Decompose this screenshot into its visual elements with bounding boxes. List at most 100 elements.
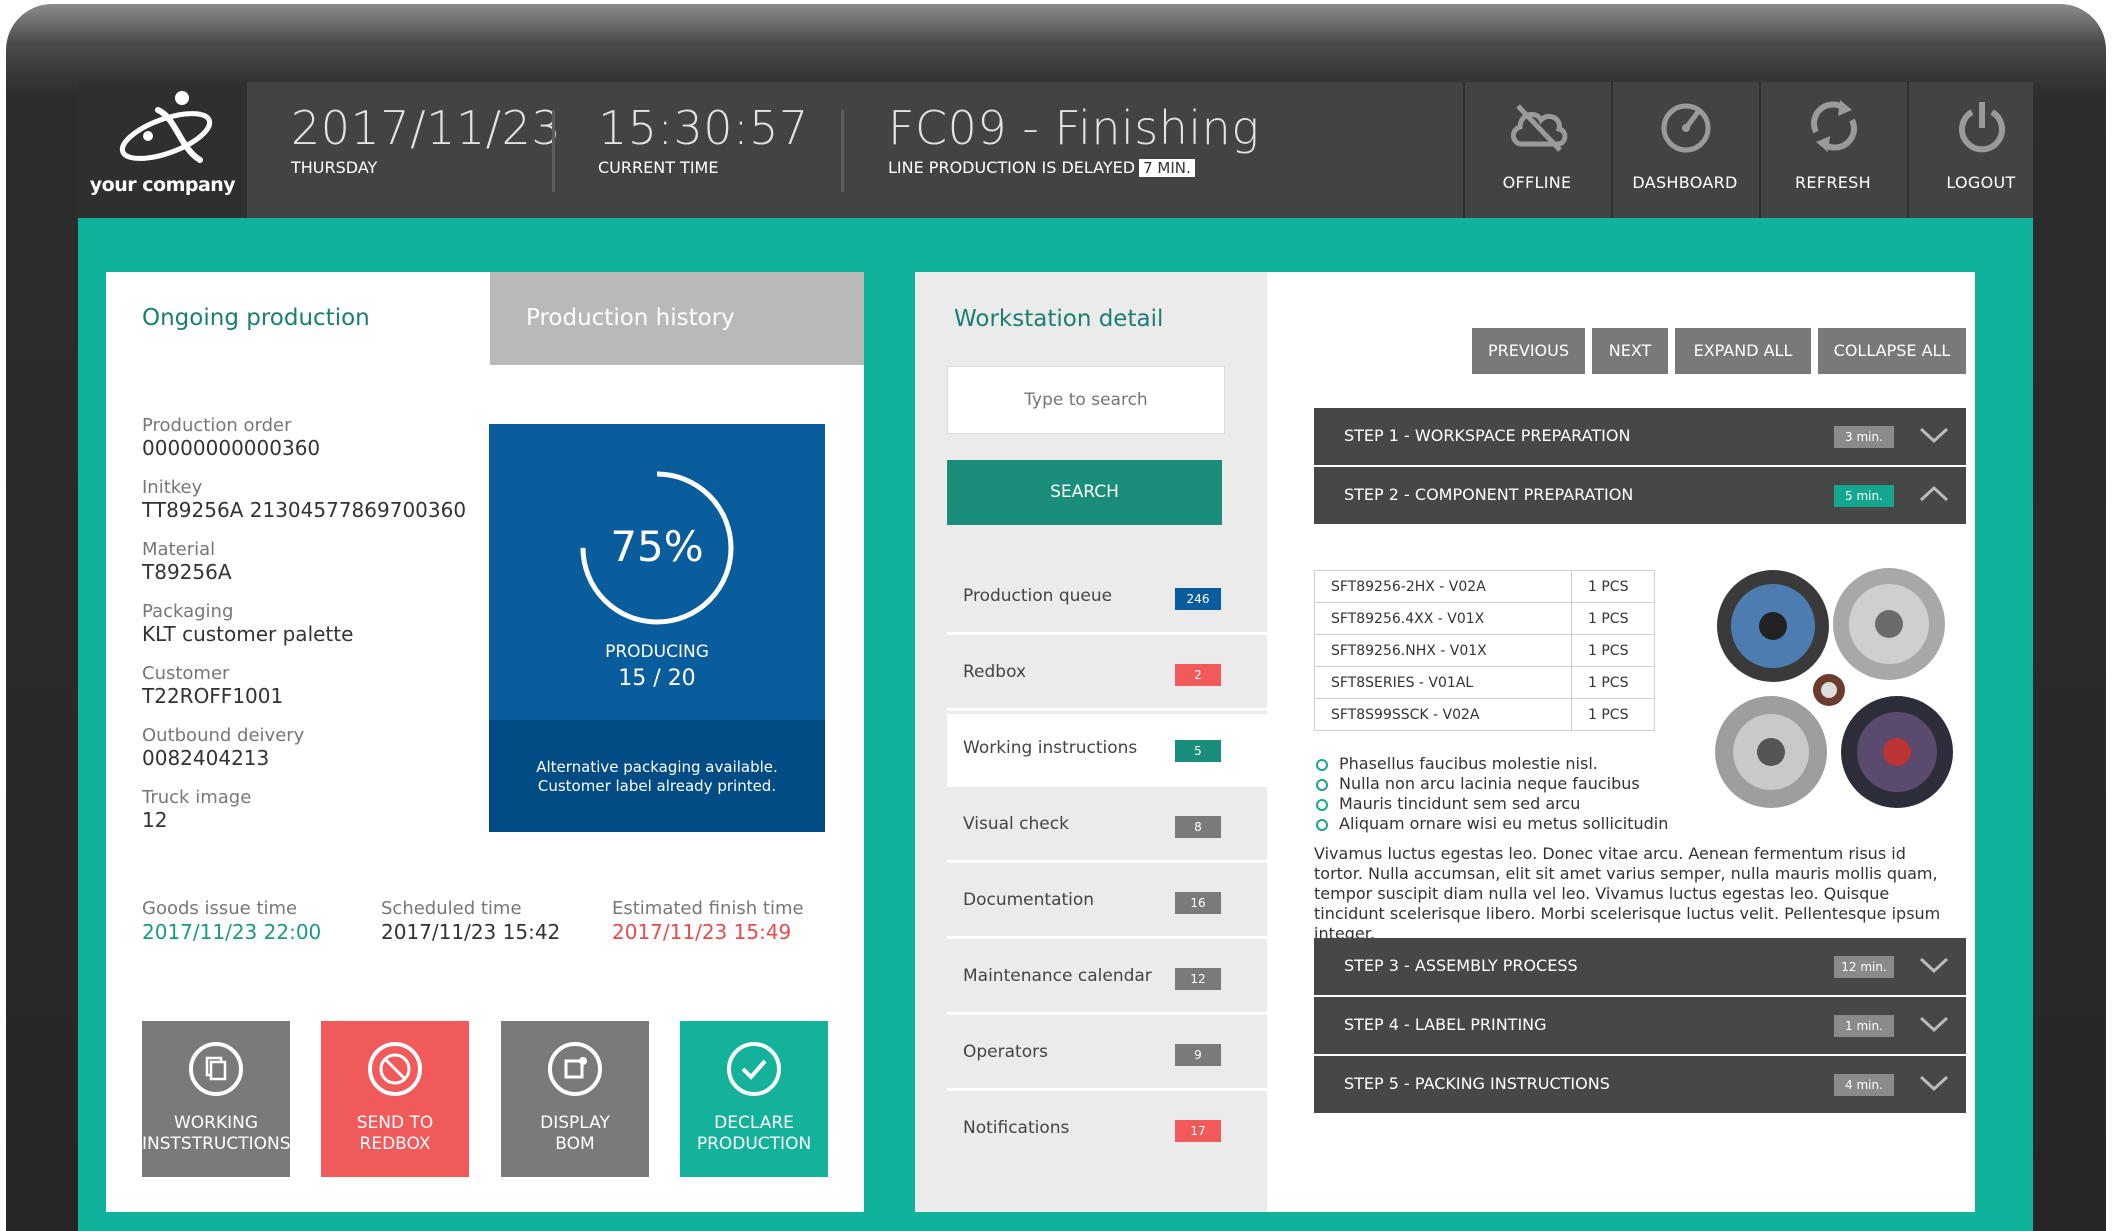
field-label: Initkey [142, 477, 203, 498]
qty-cell: 1 PCS [1571, 634, 1655, 667]
next-button[interactable]: NEXT [1592, 328, 1668, 374]
top-bar: your company 2017/11/23 THURSDAY 15:30:5… [78, 82, 2033, 218]
qty-cell: 1 PCS [1571, 698, 1655, 731]
sidebar-item-redbox[interactable]: Redbox 2 [947, 638, 1267, 711]
delay-badge: 7 MIN. [1139, 159, 1195, 177]
field-production-order: Production order 00000000000360 [142, 415, 320, 460]
search-input[interactable] [947, 366, 1225, 434]
sidebar-item-operators[interactable]: Operators 9 [947, 1018, 1267, 1091]
step-title: STEP 1 - WORKSPACE PREPARATION [1344, 426, 1631, 445]
table-row: SFT89256-2HX - V02A 1 PCS [1314, 570, 1655, 603]
workstation-sidebar: Workstation detail SEARCH Production que… [915, 272, 1267, 1212]
note-line: Alternative packaging available. [536, 758, 778, 776]
field-label: Material [142, 539, 216, 560]
time-value: 2017/11/23 15:49 [612, 920, 792, 944]
time-label: Goods issue time [142, 898, 298, 919]
send-to-redbox-button[interactable]: SEND TO REDBOX [321, 1021, 469, 1177]
logout-button[interactable]: LOGOUT [1907, 82, 2033, 218]
step-2-header[interactable]: STEP 2 - COMPONENT PREPARATION 5 min. [1314, 467, 1966, 524]
offline-button[interactable]: OFFLINE [1463, 82, 1609, 218]
company-logo: your company [78, 82, 247, 218]
item-label: Documentation [963, 890, 1095, 910]
action-label: DISPLAY BOM [501, 1113, 649, 1155]
refresh-label: REFRESH [1795, 173, 1871, 192]
step-1-header[interactable]: STEP 1 - WORKSPACE PREPARATION 3 min. [1314, 408, 1966, 465]
company-name: your company [89, 174, 236, 196]
field-material: Material T89256A [142, 539, 232, 584]
power-icon [1959, 102, 2005, 153]
list-item: Phasellus faucibus molestie nisl. [1314, 754, 1668, 774]
step-duration: 12 min. [1834, 956, 1894, 978]
chevron-down-icon [1919, 427, 1949, 444]
collapse-all-button[interactable]: COLLAPSE ALL [1818, 328, 1966, 374]
step-duration: 1 min. [1834, 1015, 1894, 1037]
workstation-panel: Workstation detail SEARCH Production que… [915, 272, 1975, 1212]
time-label: Scheduled time [381, 898, 522, 919]
step-5-header[interactable]: STEP 5 - PACKING INSTRUCTIONS 4 min. [1314, 1056, 1966, 1113]
divider [841, 110, 844, 192]
production-panel: Ongoing production Production history Pr… [106, 272, 864, 1212]
item-label: Maintenance calendar [963, 966, 1152, 986]
broken-link-icon [368, 1042, 422, 1096]
line-status: LINE PRODUCTION IS DELAYED 7 MIN. [888, 158, 1259, 177]
field-value: T22ROFF1001 [142, 684, 284, 708]
display-bom-button[interactable]: DISPLAY BOM [501, 1021, 649, 1177]
instruction-paragraph: Vivamus luctus egestas leo. Donec vitae … [1314, 844, 1941, 943]
offline-label: OFFLINE [1502, 173, 1572, 192]
field-value: KLT customer palette [142, 622, 354, 646]
field-label: Truck image [142, 787, 252, 808]
part-cell: SFT89256.NHX - V01X [1314, 634, 1572, 667]
count-badge: 5 [1175, 740, 1221, 762]
previous-button[interactable]: PREVIOUS [1472, 328, 1585, 374]
field-value: T89256A [142, 560, 232, 584]
dashboard-button[interactable]: DASHBOARD [1611, 82, 1757, 218]
sidebar-item-production-queue[interactable]: Production queue 246 [947, 562, 1267, 635]
note-line: Customer label already printed. [537, 777, 777, 795]
divider [552, 110, 555, 192]
time-value: 2017/11/23 22:00 [142, 920, 322, 944]
workstation-title: Workstation detail [954, 306, 1164, 332]
step-duration: 5 min. [1834, 485, 1894, 507]
label-line: DECLARE [714, 1113, 794, 1133]
table-row: SFT8SERIES - V01AL 1 PCS [1314, 666, 1655, 699]
sidebar-item-visual-check[interactable]: Visual check 8 [947, 790, 1267, 863]
item-label: Redbox [963, 662, 1027, 682]
label-line: WORKING [173, 1113, 259, 1133]
time-value: 2017/11/23 15:42 [381, 920, 561, 944]
cloud-off-icon [1511, 104, 1568, 152]
sidebar-item-notifications[interactable]: Notifications 17 [947, 1094, 1267, 1167]
sidebar-item-working-instructions[interactable]: Working instructions 5 [947, 714, 1267, 787]
line-name: FC09 - Finishing [888, 101, 1260, 155]
refresh-button[interactable]: REFRESH [1759, 82, 1905, 218]
logout-label: LOGOUT [1946, 173, 2016, 192]
search-button[interactable]: SEARCH [947, 460, 1222, 525]
declare-production-button[interactable]: DECLARE PRODUCTION [680, 1021, 828, 1177]
sidebar-item-documentation[interactable]: Documentation 16 [947, 866, 1267, 939]
step-3-header[interactable]: STEP 3 - ASSEMBLY PROCESS 12 min. [1314, 938, 1966, 995]
app-screen: your company 2017/11/23 THURSDAY 15:30:5… [78, 82, 2033, 1231]
expand-all-button[interactable]: EXPAND ALL [1675, 328, 1811, 374]
table-row: SFT8S99SSCK - V02A 1 PCS [1314, 698, 1655, 731]
working-instructions-button[interactable]: WORKING INSTSTRUCTIONS [142, 1021, 291, 1177]
label-line: DISPLAY [540, 1113, 610, 1133]
table-row: SFT89256.4XX - V01X 1 PCS [1314, 602, 1655, 635]
goods-issue-time: Goods issue time 2017/11/23 22:00 [142, 898, 321, 944]
weekday: THURSDAY [291, 158, 378, 177]
action-label: WORKING INSTSTRUCTIONS [142, 1113, 291, 1155]
table-row: SFT89256.NHX - V01X 1 PCS [1314, 634, 1655, 667]
step-title: STEP 4 - LABEL PRINTING [1344, 1015, 1547, 1034]
count-badge: 246 [1175, 588, 1221, 610]
tab-production-history[interactable]: Production history [490, 272, 864, 365]
sidebar-item-maintenance-calendar[interactable]: Maintenance calendar 12 [947, 942, 1267, 1015]
item-label: Notifications [963, 1118, 1070, 1138]
part-cell: SFT8S99SSCK - V02A [1314, 698, 1572, 731]
field-outbound-delivery: Outbound deivery 0082404213 [142, 725, 304, 770]
progress-percent: 75% [610, 522, 704, 571]
tab-ongoing-production[interactable]: Ongoing production [106, 272, 490, 365]
documents-icon [189, 1042, 243, 1096]
estimated-finish-time: Estimated finish time 2017/11/23 15:49 [612, 898, 804, 944]
production-count: 15 / 20 [618, 666, 696, 691]
step-4-header[interactable]: STEP 4 - LABEL PRINTING 1 min. [1314, 997, 1966, 1054]
count-badge: 17 [1175, 1120, 1221, 1142]
time-label: Estimated finish time [612, 898, 804, 919]
